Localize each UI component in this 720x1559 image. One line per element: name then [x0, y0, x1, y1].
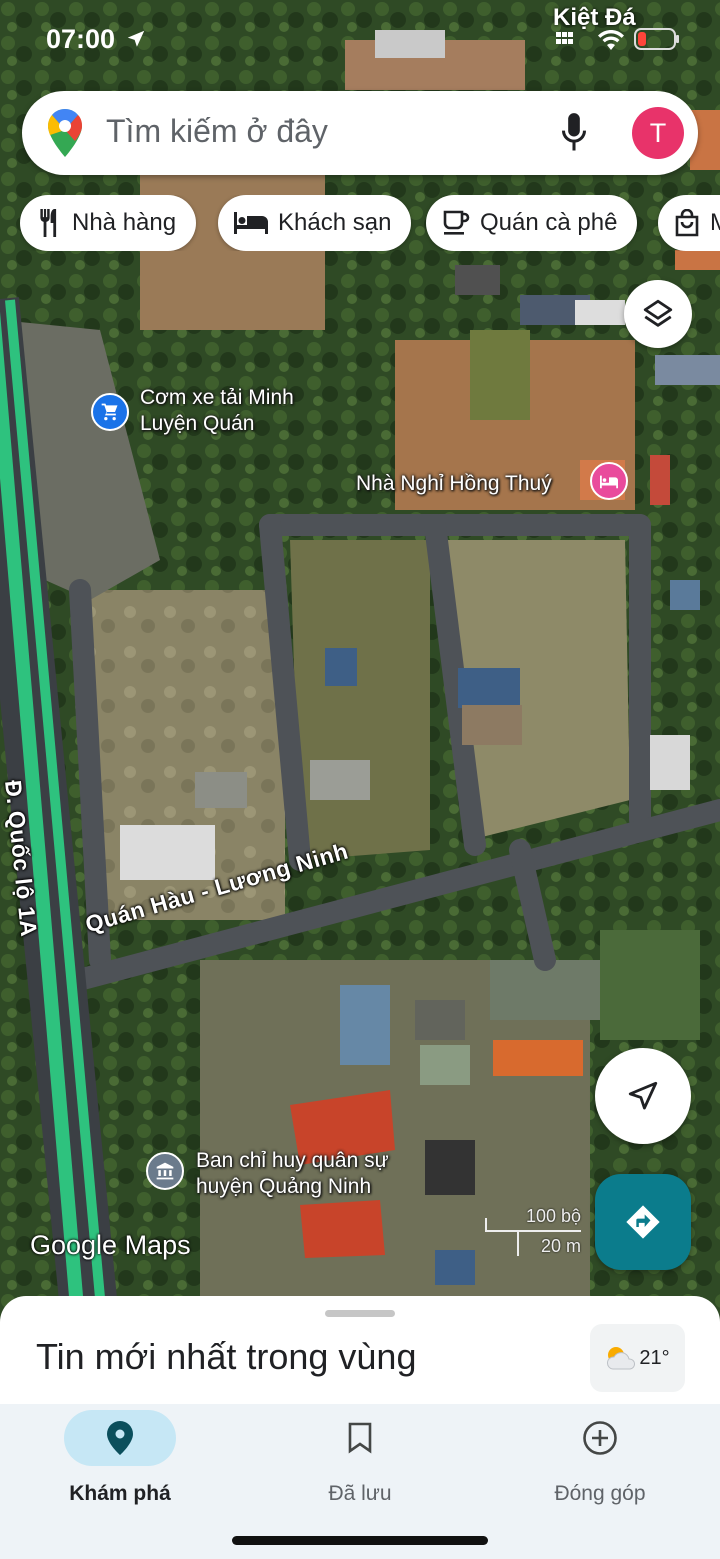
- nav-explore[interactable]: Khám phá: [0, 1410, 240, 1506]
- shopping-cart-icon[interactable]: [91, 393, 129, 431]
- place-label-line2: huyện Quảng Ninh: [196, 1175, 372, 1198]
- place-label-line1: Cơm xe tải Minh: [140, 386, 294, 409]
- cellular-icon: [556, 32, 573, 44]
- place-label-line1: Ban chỉ huy quân sự: [196, 1149, 389, 1172]
- bottom-nav: Khám phá Đã lưu Đóng góp: [0, 1404, 720, 1559]
- bottom-sheet[interactable]: Tin mới nhất trong vùng 21°: [0, 1296, 720, 1406]
- location-arrow-icon: [127, 30, 144, 47]
- search-input[interactable]: Tìm kiếm ở đây: [106, 113, 328, 150]
- directions-icon: [626, 1205, 660, 1239]
- home-indicator[interactable]: [232, 1536, 488, 1545]
- chip-label: Quán cà phê: [480, 209, 618, 236]
- scale-top-label: 100 bộ: [525, 1206, 581, 1226]
- chip-cafes[interactable]: Quán cà phê: [426, 195, 638, 251]
- weather-chip[interactable]: 21°: [590, 1324, 685, 1392]
- status-time: 07:00: [46, 24, 147, 55]
- place-label-line2: Luyện Quán: [140, 412, 255, 435]
- layers-button[interactable]: [624, 280, 692, 348]
- chip-hotels[interactable]: Khách sạn: [218, 195, 412, 251]
- status-location-label: Kiệt Đá: [553, 4, 636, 31]
- bookmark-icon: [348, 1422, 372, 1454]
- avatar[interactable]: T: [632, 107, 684, 159]
- nav-label: Đóng góp: [554, 1482, 646, 1505]
- map-scale: 100 bộ 20 m: [485, 1206, 583, 1258]
- explore-pin-icon: [107, 1421, 133, 1455]
- place-label-ban-chi-huy[interactable]: Ban chỉ huy quân sự huyện Quảng Ninh: [196, 1148, 389, 1200]
- chip-label: Khách sạn: [278, 209, 392, 236]
- partly-cloudy-icon: [607, 1347, 636, 1370]
- sheet-drag-handle[interactable]: [325, 1310, 395, 1317]
- scale-bottom-label: 20 m: [540, 1236, 581, 1256]
- bed-icon[interactable]: [590, 462, 628, 500]
- google-maps-pin-icon: [48, 109, 82, 157]
- nav-explore-pill: [64, 1410, 176, 1466]
- place-label-nha-nghi[interactable]: Nhà Nghỉ Hồng Thuý: [356, 471, 552, 497]
- hotel-icon: [234, 212, 268, 234]
- restaurant-icon: [40, 209, 57, 237]
- directions-button[interactable]: [595, 1174, 691, 1270]
- chip-label: Nhà hàng: [72, 209, 177, 236]
- chip-shopping[interactable]: M: [658, 195, 720, 251]
- government-icon[interactable]: [146, 1152, 184, 1190]
- nav-saved-pill: [304, 1410, 416, 1466]
- my-location-button[interactable]: [595, 1048, 691, 1144]
- cafe-icon: [443, 210, 470, 235]
- nav-saved[interactable]: Đã lưu: [240, 1410, 480, 1506]
- navigation-arrow-icon: [628, 1081, 658, 1110]
- nav-contribute-pill: [544, 1410, 656, 1466]
- nav-label: Đã lưu: [328, 1482, 392, 1505]
- google-maps-logo: Google Maps: [30, 1230, 191, 1260]
- battery-icon: [634, 28, 679, 50]
- temperature: 21°: [639, 1346, 670, 1369]
- layers-icon: [643, 299, 673, 327]
- chip-restaurants[interactable]: Nhà hàng: [20, 195, 197, 251]
- nav-contribute[interactable]: Đóng góp: [480, 1410, 720, 1506]
- sheet-title: Tin mới nhất trong vùng: [36, 1336, 417, 1377]
- place-label-com-xe-tai[interactable]: Cơm xe tải Minh Luyện Quán: [140, 385, 294, 437]
- wifi-icon: [598, 30, 624, 50]
- chip-label: M: [710, 209, 720, 237]
- shopping-icon: [675, 209, 699, 237]
- microphone-icon[interactable]: [560, 113, 588, 153]
- search-bar[interactable]: Tìm kiếm ở đây T: [22, 91, 698, 175]
- nav-label: Khám phá: [69, 1482, 171, 1505]
- category-chips: Nhà hàng Khách sạn Quán cà phê M: [20, 195, 720, 251]
- add-circle-icon: [583, 1421, 617, 1455]
